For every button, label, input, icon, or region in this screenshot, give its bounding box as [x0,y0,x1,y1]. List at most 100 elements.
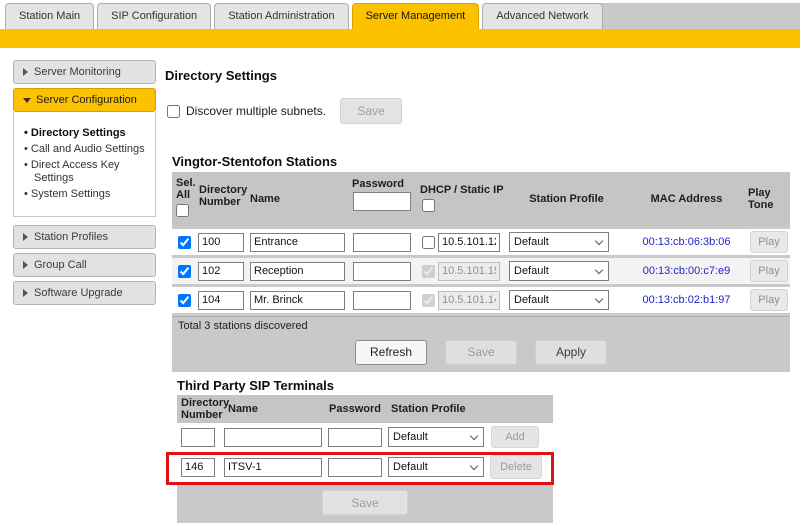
ip-address-input[interactable] [438,262,500,281]
sidebar: Server Monitoring Server Configuration D… [13,60,156,309]
row-select-checkbox[interactable] [178,265,191,278]
station-profile-select-wrap: Default [509,290,609,310]
tab-station-main[interactable]: Station Main [5,3,94,29]
tab-strip: Station Main SIP Configuration Station A… [5,3,606,29]
station-row: Default 00:13:cb:00:c7:e9 Play [172,258,790,284]
sidebar-item-label: Server Monitoring [34,61,121,83]
sidebar-subitem-system-settings[interactable]: System Settings [24,188,151,201]
directory-save-button[interactable]: Save [340,98,402,124]
name-input[interactable] [224,458,322,477]
password-input[interactable] [353,233,411,252]
directory-number-input[interactable] [198,262,244,281]
main-content: Directory Settings Discover multiple sub… [165,48,800,523]
chevron-down-icon [23,98,31,103]
sip-terminals-title: Third Party SIP Terminals [177,378,334,393]
page: Station Main SIP Configuration Station A… [0,0,800,523]
name-input[interactable] [250,233,345,252]
apply-button[interactable]: Apply [535,340,607,365]
mac-address: 00:13:cb:06:3b:06 [625,236,748,248]
sip-terminal-row: Default Delete [177,451,553,483]
header-dhcp-static-ip: DHCP / Static IP [420,172,508,226]
name-input[interactable] [224,428,322,447]
row-select-checkbox[interactable] [178,294,191,307]
sidebar-item-label: Software Upgrade [34,282,123,304]
sidebar-item-server-configuration[interactable]: Server Configuration [13,88,156,112]
directory-number-input[interactable] [198,291,244,310]
tab-advanced-network[interactable]: Advanced Network [482,3,602,29]
stations-save-button[interactable]: Save [445,340,517,365]
add-button[interactable]: Add [491,426,539,448]
station-profile-select[interactable]: Default [509,290,609,310]
chevron-right-icon [23,261,28,269]
ip-address-input[interactable] [438,233,500,252]
stations-table-header: Sel. All Directory Number Name Password … [172,172,790,226]
station-profile-select[interactable]: Default [388,427,484,447]
station-profile-select[interactable]: Default [388,457,484,477]
discover-subnets-checkbox[interactable] [167,105,180,118]
sip-terminals-save-button[interactable]: Save [322,490,408,515]
station-profile-select-wrap: Default [388,457,484,477]
tab-server-management[interactable]: Server Management [352,3,480,29]
sidebar-item-server-monitoring[interactable]: Server Monitoring [13,60,156,84]
header-password: Password [352,172,420,226]
station-profile-select-wrap: Default [509,232,609,252]
name-input[interactable] [250,291,345,310]
chevron-right-icon [23,289,28,297]
station-row: Default 00:13:cb:02:b1:97 Play [172,287,790,313]
station-profile-select[interactable]: Default [509,261,609,281]
row-select-checkbox[interactable] [178,236,191,249]
directory-number-input[interactable] [181,428,215,447]
tab-station-administration[interactable]: Station Administration [214,3,348,29]
play-button[interactable]: Play [750,260,788,282]
refresh-button[interactable]: Refresh [355,340,427,365]
dhcp-header-checkbox[interactable] [422,199,435,212]
sidebar-subitem-direct-access-key-settings[interactable]: Direct Access Key Settings [24,159,151,185]
password-label: Password [352,178,404,190]
header-directory-number: Directory Number [196,172,248,226]
sidebar-subitem-directory-settings[interactable]: Directory Settings [24,127,151,140]
header-station-profile: Station Profile [387,395,487,423]
ip-address-input[interactable] [438,291,500,310]
stations-actions: Refresh Save Apply [172,335,790,372]
dhcp-checkbox[interactable] [422,265,435,278]
station-profile-select[interactable]: Default [509,232,609,252]
stations-summary: Total 3 stations discovered [172,316,790,335]
password-input[interactable] [328,458,382,477]
station-profile-select-wrap: Default [388,427,484,447]
header-directory-number: Directory Number [177,395,222,423]
sidebar-item-label: Station Profiles [34,226,108,248]
sip-terminals-header: Directory Number Name Password Station P… [177,395,553,423]
header-mac-address: MAC Address [625,172,748,226]
password-header-input[interactable] [353,192,411,211]
sidebar-subsection: Directory Settings Call and Audio Settin… [13,112,156,217]
password-input[interactable] [353,262,411,281]
name-input[interactable] [250,262,345,281]
stations-table: Sel. All Directory Number Name Password … [172,172,790,372]
chevron-right-icon [23,68,28,76]
play-button[interactable]: Play [750,231,788,253]
header-name: Name [248,172,352,226]
sip-terminals-save-row: Save [177,483,553,523]
dhcp-checkbox[interactable] [422,236,435,249]
dhcp-checkbox[interactable] [422,294,435,307]
header-actions-spacer [487,395,553,423]
sip-terminal-add-row: Default Add [177,423,553,451]
play-button[interactable]: Play [750,289,788,311]
directory-number-input[interactable] [181,458,215,477]
sidebar-item-group-call[interactable]: Group Call [13,253,156,277]
discover-subnets-label: Discover multiple subnets. [186,104,326,118]
password-input[interactable] [353,291,411,310]
header-password: Password [327,395,387,423]
sidebar-item-software-upgrade[interactable]: Software Upgrade [13,281,156,305]
sidebar-item-label: Group Call [34,254,87,276]
sidebar-subitem-call-audio-settings[interactable]: Call and Audio Settings [24,143,151,156]
tab-sip-configuration[interactable]: SIP Configuration [97,3,211,29]
header-station-profile: Station Profile [508,172,625,226]
stations-title: Vingtor-Stentofon Stations [172,154,337,169]
delete-button[interactable]: Delete [490,455,542,479]
dhcp-static-label: DHCP / Static IP [420,184,504,196]
sidebar-item-station-profiles[interactable]: Station Profiles [13,225,156,249]
directory-number-input[interactable] [198,233,244,252]
password-input[interactable] [328,428,382,447]
select-all-checkbox[interactable] [176,204,189,217]
